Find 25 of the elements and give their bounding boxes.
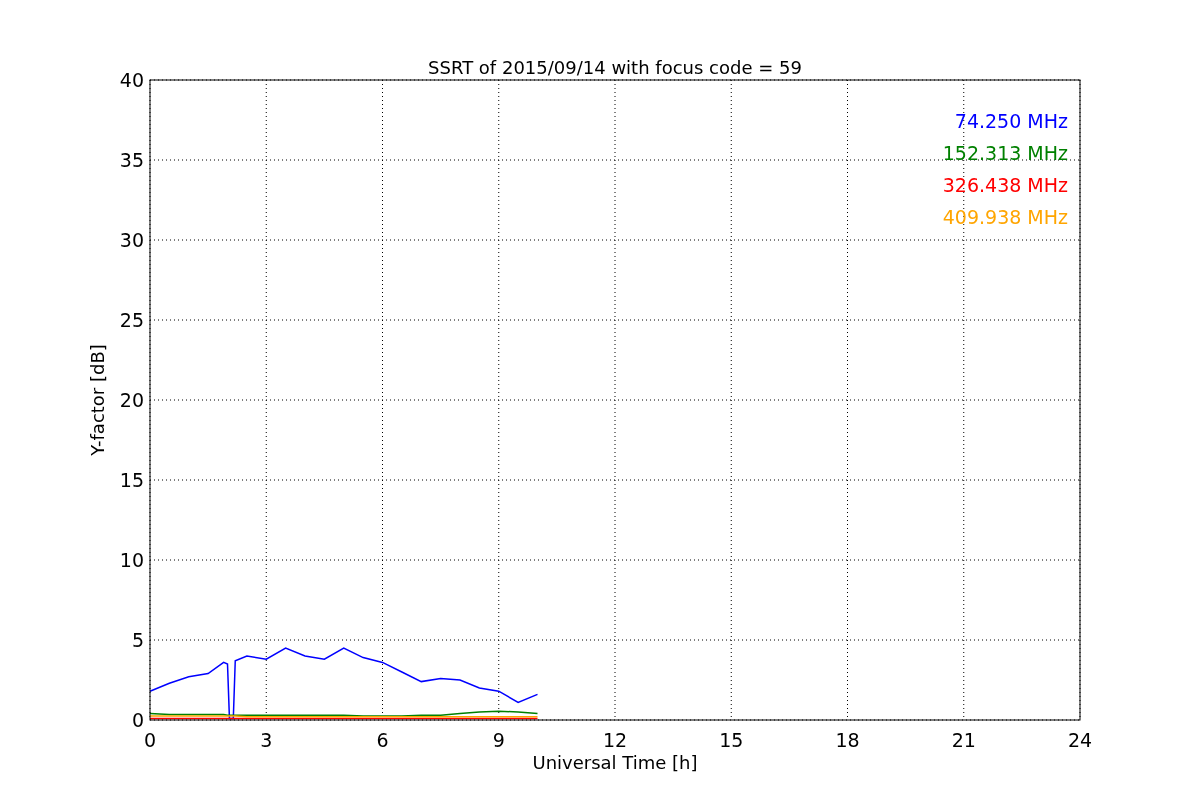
- y-tick-label: 40: [119, 69, 144, 91]
- x-axis-label: Universal Time [h]: [532, 752, 698, 773]
- x-tick-label: 3: [260, 729, 273, 751]
- chart-title: SSRT of 2015/09/14 with focus code = 59: [428, 57, 802, 78]
- y-tick-label: 10: [119, 549, 144, 571]
- y-tick-label: 20: [119, 389, 144, 411]
- x-tick-label: 6: [376, 729, 389, 751]
- y-tick-label: 5: [131, 629, 144, 651]
- y-axis-label: Y-factor [dB]: [87, 344, 108, 456]
- y-tick-label: 0: [131, 709, 144, 731]
- x-tick-label: 9: [492, 729, 505, 751]
- x-tick-label: 24: [1067, 729, 1093, 751]
- x-tick-label: 15: [719, 729, 744, 751]
- y-tick-label: 25: [119, 309, 144, 331]
- x-tick-label: 0: [143, 729, 157, 751]
- x-tick-label: 21: [951, 729, 976, 751]
- y-tick-label: 15: [119, 469, 144, 491]
- y-tick-label: 30: [119, 229, 144, 251]
- legend-label: 152.313 MHz: [942, 142, 1068, 164]
- x-tick-label: 12: [602, 729, 628, 751]
- legend-label: 409.938 MHz: [942, 206, 1068, 228]
- legend-label: 326.438 MHz: [942, 174, 1068, 196]
- legend-label: 74.250 MHz: [954, 110, 1068, 132]
- x-tick-label: 18: [835, 729, 860, 751]
- y-tick-label: 35: [119, 149, 144, 171]
